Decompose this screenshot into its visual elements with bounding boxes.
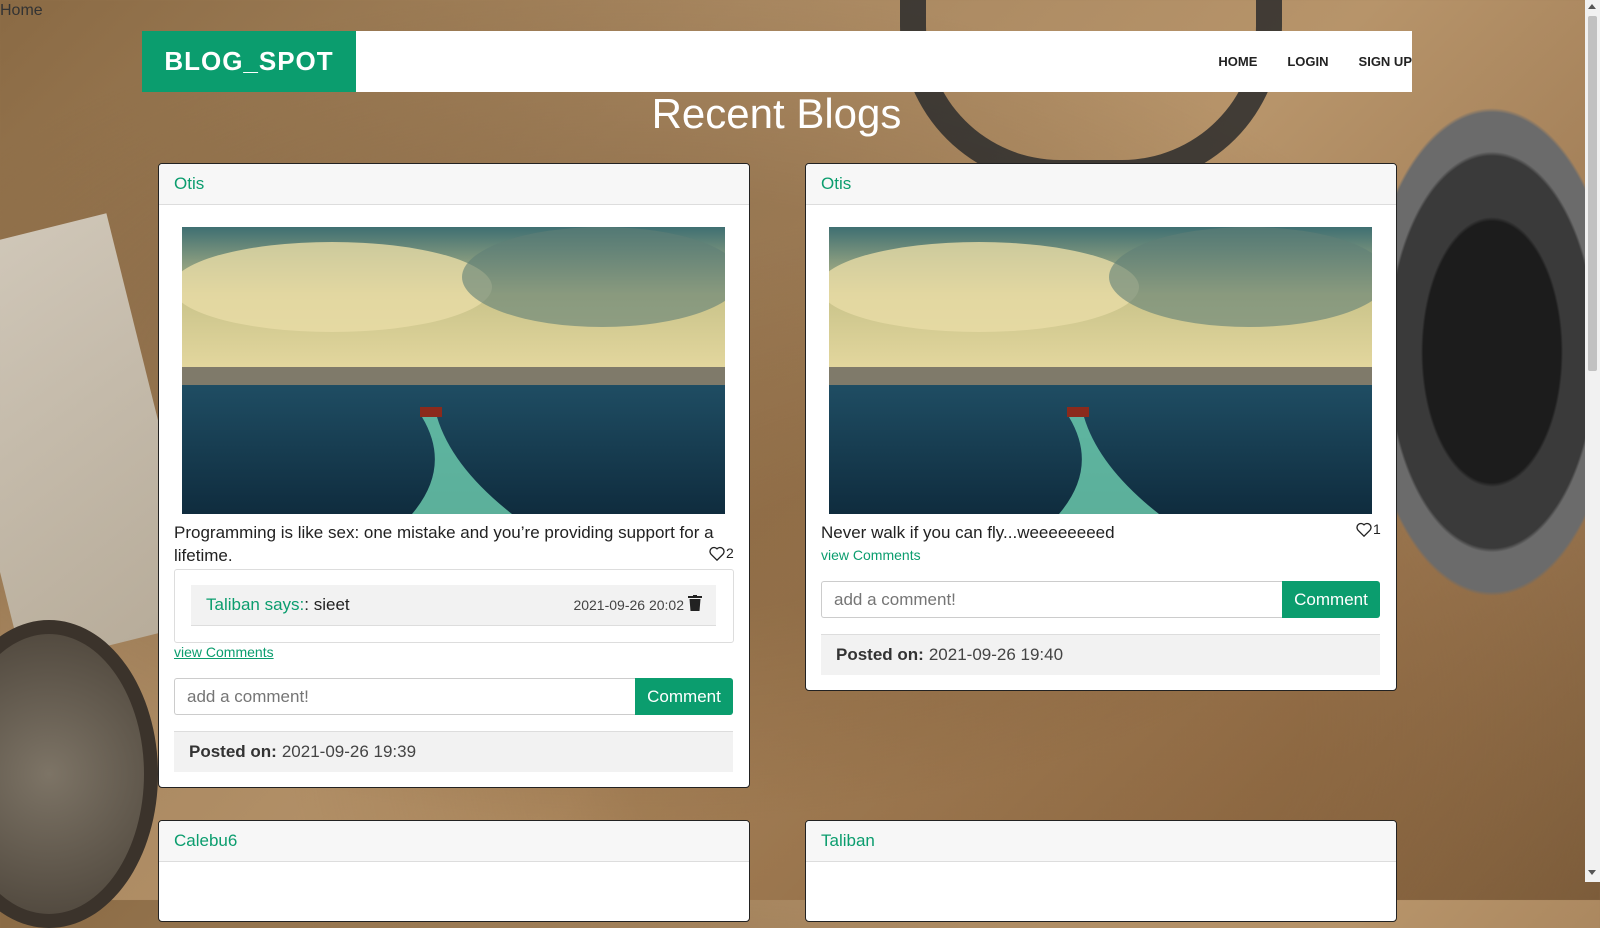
comment-button[interactable]: Comment [635,678,733,715]
comments-box: Taliban says: : sieet 2021-09-26 20:02 [174,569,734,643]
view-comments-link[interactable]: view Comments [821,547,921,563]
blog-card: Otis Programming is like sex: one mistak… [158,163,750,788]
comment-form: Comment [174,678,733,715]
blog-card: Taliban [805,820,1397,922]
posted-label: Posted on: [836,645,924,664]
blog-text: Programming is like sex: one mistake and… [174,523,714,565]
scroll-up-arrow[interactable] [1588,4,1596,9]
trash-icon[interactable] [688,594,702,616]
posted-date: 2021-09-26 19:40 [928,645,1064,664]
blog-card: Otis Never walk if you can fly...weeeeee… [805,163,1397,691]
like-counter[interactable]: 2 [709,545,734,561]
like-counter[interactable]: 1 [1356,521,1381,537]
card-author[interactable]: Otis [806,164,1396,205]
blog-card: Calebu6 [158,820,750,922]
comment-button[interactable]: Comment [1282,581,1380,618]
nav-links: HOME LOGIN SIGN UP [1218,54,1412,69]
nav-home[interactable]: HOME [1218,54,1257,69]
navbar: BLOG_SPOT HOME LOGIN SIGN UP [142,31,1412,92]
page-title: Recent Blogs [651,90,902,137]
comment-author[interactable]: Taliban says: [191,595,304,615]
posted-on: Posted on: 2021-09-26 19:40 [821,634,1380,675]
comment-text: : sieet [304,595,350,614]
view-comments-link[interactable]: view Comments [174,644,274,660]
blog-text: Never walk if you can fly...weeeeeeeed [821,523,1115,542]
brand-logo[interactable]: BLOG_SPOT [142,31,356,92]
card-author[interactable]: Taliban [806,821,1396,862]
heart-outline-icon[interactable] [709,546,725,561]
blog-image [182,227,725,514]
like-count: 1 [1373,521,1381,537]
card-author[interactable]: Calebu6 [159,821,749,862]
blog-image [829,227,1372,514]
comment-item: Taliban says: : sieet 2021-09-26 20:02 [191,585,716,626]
comment-input[interactable] [821,581,1282,618]
card-author[interactable]: Otis [159,164,749,205]
home-link[interactable]: Home [0,2,43,20]
posted-date: 2021-09-26 19:39 [281,742,417,761]
comment-form: Comment [821,581,1380,618]
background-lens [0,620,158,928]
heart-outline-icon[interactable] [1356,522,1372,537]
scrollbar[interactable] [1585,0,1600,882]
nav-login[interactable]: LOGIN [1287,54,1328,69]
nav-signup[interactable]: SIGN UP [1359,54,1412,69]
comment-date: 2021-09-26 20:02 [573,597,684,613]
comment-input[interactable] [174,678,635,715]
scroll-down-arrow[interactable] [1588,870,1596,875]
scroll-thumb[interactable] [1588,16,1597,371]
like-count: 2 [726,545,734,561]
posted-label: Posted on: [189,742,277,761]
posted-on: Posted on: 2021-09-26 19:39 [174,731,733,772]
